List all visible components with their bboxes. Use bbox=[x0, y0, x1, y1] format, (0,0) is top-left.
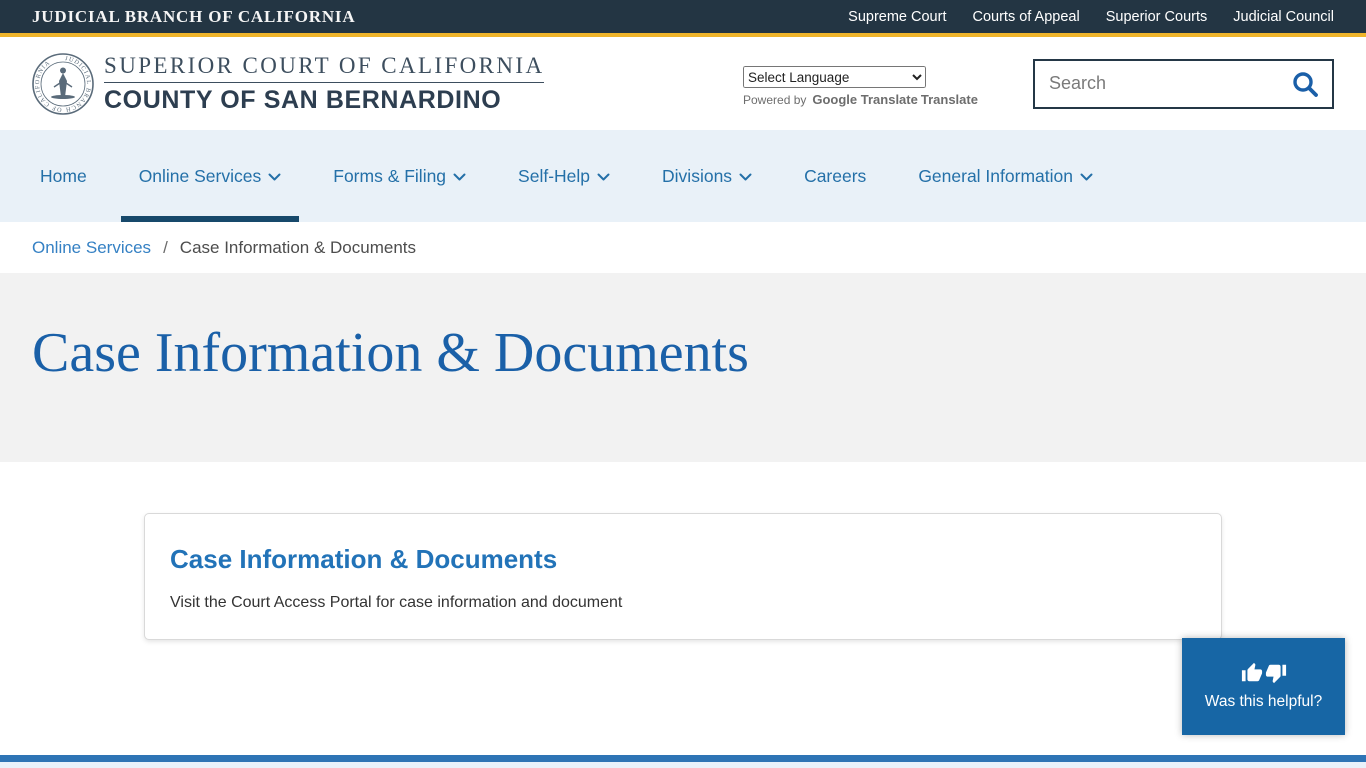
translate-label[interactable]: Translate bbox=[921, 92, 978, 107]
feedback-label: Was this helpful? bbox=[1205, 693, 1322, 711]
nav-item-online-services[interactable]: Online Services bbox=[113, 130, 308, 222]
top-utility-links: Supreme Court Courts of Appeal Superior … bbox=[848, 9, 1334, 25]
page: JUDICIAL BRANCH OF CALIFORNIA Supreme Co… bbox=[0, 0, 1366, 768]
nav-item-forms-filing[interactable]: Forms & Filing bbox=[307, 130, 492, 222]
language-widget: Select Language Powered by Google Transl… bbox=[743, 66, 973, 107]
case-information-card: Case Information & Documents Visit the C… bbox=[144, 513, 1222, 640]
nav-item-divisions[interactable]: Divisions bbox=[636, 130, 778, 222]
top-utility-bar: JUDICIAL BRANCH OF CALIFORNIA Supreme Co… bbox=[0, 0, 1366, 33]
language-select[interactable]: Select Language bbox=[743, 66, 926, 88]
powered-by-label: Powered by bbox=[743, 93, 806, 107]
nav-item-self-help[interactable]: Self-Help bbox=[492, 130, 636, 222]
search-icon bbox=[1290, 69, 1320, 99]
site-title-line1: SUPERIOR COURT OF CALIFORNIA bbox=[104, 53, 544, 83]
chevron-down-icon bbox=[1080, 173, 1093, 182]
chevron-down-icon bbox=[453, 173, 466, 182]
feedback-thumbs bbox=[1241, 662, 1287, 684]
chevron-down-icon bbox=[597, 173, 610, 182]
court-seal-logo: JUDICIAL BRANCH OF CALIFORNIA bbox=[32, 53, 94, 115]
chevron-down-icon bbox=[739, 173, 752, 182]
judicial-branch-brand[interactable]: JUDICIAL BRANCH OF CALIFORNIA bbox=[32, 7, 355, 27]
main-nav: Home Online Services Forms & Filing Self… bbox=[0, 130, 1366, 222]
breadcrumb-current: Case Information & Documents bbox=[180, 238, 416, 258]
nav-item-home[interactable]: Home bbox=[14, 130, 113, 222]
breadcrumb-online-services[interactable]: Online Services bbox=[32, 238, 151, 258]
site-search bbox=[1033, 59, 1334, 109]
nav-item-careers[interactable]: Careers bbox=[778, 130, 892, 222]
thumb-up-icon bbox=[1241, 662, 1263, 684]
breadcrumb-separator: / bbox=[163, 238, 168, 258]
header-right: Select Language Powered by Google Transl… bbox=[743, 59, 1334, 109]
google-translate-attribution: Powered by Google Translate Translate bbox=[743, 92, 973, 107]
hero-section: Case Information & Documents bbox=[0, 273, 1366, 462]
main-content: Case Information & Documents Visit the C… bbox=[0, 462, 1366, 755]
nav-item-general-information[interactable]: General Information bbox=[892, 130, 1119, 222]
footer-area bbox=[0, 762, 1366, 768]
site-logo-home-link[interactable]: JUDICIAL BRANCH OF CALIFORNIA SUPERIOR C… bbox=[32, 53, 544, 115]
site-header: JUDICIAL BRANCH OF CALIFORNIA SUPERIOR C… bbox=[0, 37, 1366, 130]
card-description: Visit the Court Access Portal for case i… bbox=[170, 594, 1196, 612]
link-courts-of-appeal[interactable]: Courts of Appeal bbox=[972, 9, 1079, 25]
search-input[interactable] bbox=[1049, 73, 1290, 94]
link-judicial-council[interactable]: Judicial Council bbox=[1233, 9, 1334, 25]
site-title: SUPERIOR COURT OF CALIFORNIA COUNTY OF S… bbox=[104, 53, 544, 115]
thumb-down-icon bbox=[1265, 662, 1287, 684]
card-title-link[interactable]: Case Information & Documents bbox=[170, 544, 1196, 575]
google-translate-alt-text: Google Translate bbox=[812, 92, 917, 107]
link-superior-courts[interactable]: Superior Courts bbox=[1106, 9, 1208, 25]
page-title: Case Information & Documents bbox=[32, 323, 1334, 385]
breadcrumb: Online Services / Case Information & Doc… bbox=[0, 222, 1366, 273]
search-button[interactable] bbox=[1290, 69, 1320, 99]
footer-accent-bar bbox=[0, 755, 1366, 762]
link-supreme-court[interactable]: Supreme Court bbox=[848, 9, 946, 25]
was-this-helpful-button[interactable]: Was this helpful? bbox=[1182, 638, 1345, 735]
chevron-down-icon bbox=[268, 173, 281, 182]
site-title-line2: COUNTY OF SAN BERNARDINO bbox=[104, 83, 544, 115]
